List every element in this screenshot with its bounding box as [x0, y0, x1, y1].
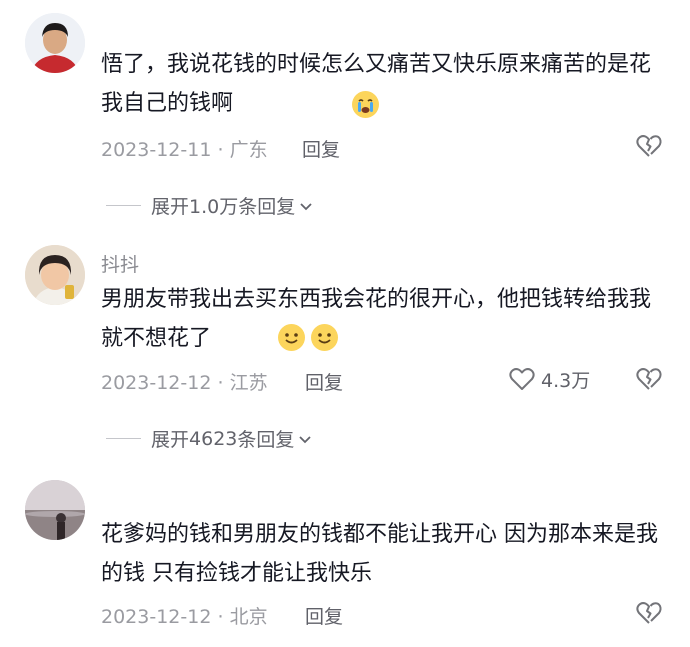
expand-replies-button[interactable]: 展开 1.0万 条回复: [106, 192, 314, 219]
expand-prefix: 展开: [151, 429, 190, 451]
meta-separator: ·: [217, 606, 224, 628]
like-button[interactable]: 4.3万: [508, 365, 590, 393]
comment-item: 花爹妈的钱和男朋友的钱都不能让我开心 因为那本来是我的钱 只有捡钱才能让我快乐 …: [0, 460, 690, 647]
divider: [106, 438, 141, 439]
like-count: 4.3万: [541, 369, 591, 392]
meta-separator: ·: [217, 139, 224, 161]
chevron-down-icon: [297, 431, 313, 447]
avatar[interactable]: [25, 245, 85, 305]
comment-date: 2023-12-11: [101, 139, 212, 161]
heart-icon: [508, 365, 536, 393]
broken-heart-icon[interactable]: [635, 132, 663, 160]
comment-location: 江苏: [229, 372, 268, 394]
broken-heart-icon[interactable]: [635, 599, 663, 627]
meta-separator: ·: [217, 372, 224, 394]
comment-location: 北京: [229, 606, 268, 628]
comment-text: 花爹妈的钱和男朋友的钱都不能让我开心 因为那本来是我的钱 只有捡钱才能让我快乐: [101, 522, 658, 586]
comment-item: 抖抖 男朋友带我出去买东西我会花的很开心，他把钱转给我我就不想花了 2023-1…: [0, 230, 690, 460]
broken-heart-icon[interactable]: [635, 365, 663, 393]
avatar[interactable]: [25, 13, 85, 73]
comment-date: 2023-12-12: [101, 606, 212, 628]
divider: [106, 205, 141, 206]
reply-button[interactable]: 回复: [305, 602, 343, 629]
expand-replies-button[interactable]: 展开 4623 条回复: [106, 425, 313, 452]
comment-text: 悟了，我说花钱的时候怎么又痛苦又快乐原来痛苦的是花我自己的钱啊: [101, 52, 652, 116]
reply-count: 1.0万: [189, 196, 239, 218]
expand-suffix: 条回复: [237, 429, 295, 451]
expand-prefix: 展开: [151, 196, 190, 218]
reply-button[interactable]: 回复: [302, 135, 340, 162]
smiling-face-emoji: [278, 324, 305, 351]
chevron-down-icon: [298, 198, 314, 214]
expand-suffix: 条回复: [238, 196, 296, 218]
comment-item: 悟了，我说花钱的时候怎么又痛苦又快乐原来痛苦的是花我自己的钱啊 2023-12-…: [0, 0, 690, 230]
comment-meta: 2023-12-12 · 北京: [101, 602, 268, 629]
reply-count: 4623: [189, 427, 238, 450]
comment-meta: 2023-12-11 · 广东: [101, 135, 268, 162]
comment-location: 广东: [229, 139, 268, 161]
username[interactable]: 抖抖: [101, 250, 139, 277]
comment-date: 2023-12-12: [101, 372, 212, 394]
comment-text: 男朋友带我出去买东西我会花的很开心，他把钱转给我我就不想花了: [101, 287, 652, 351]
avatar[interactable]: [25, 480, 85, 540]
crying-face-emoji: [352, 91, 379, 118]
reply-button[interactable]: 回复: [305, 368, 343, 395]
comment-meta: 2023-12-12 · 江苏: [101, 368, 268, 395]
smiling-face-emoji: [311, 324, 338, 351]
